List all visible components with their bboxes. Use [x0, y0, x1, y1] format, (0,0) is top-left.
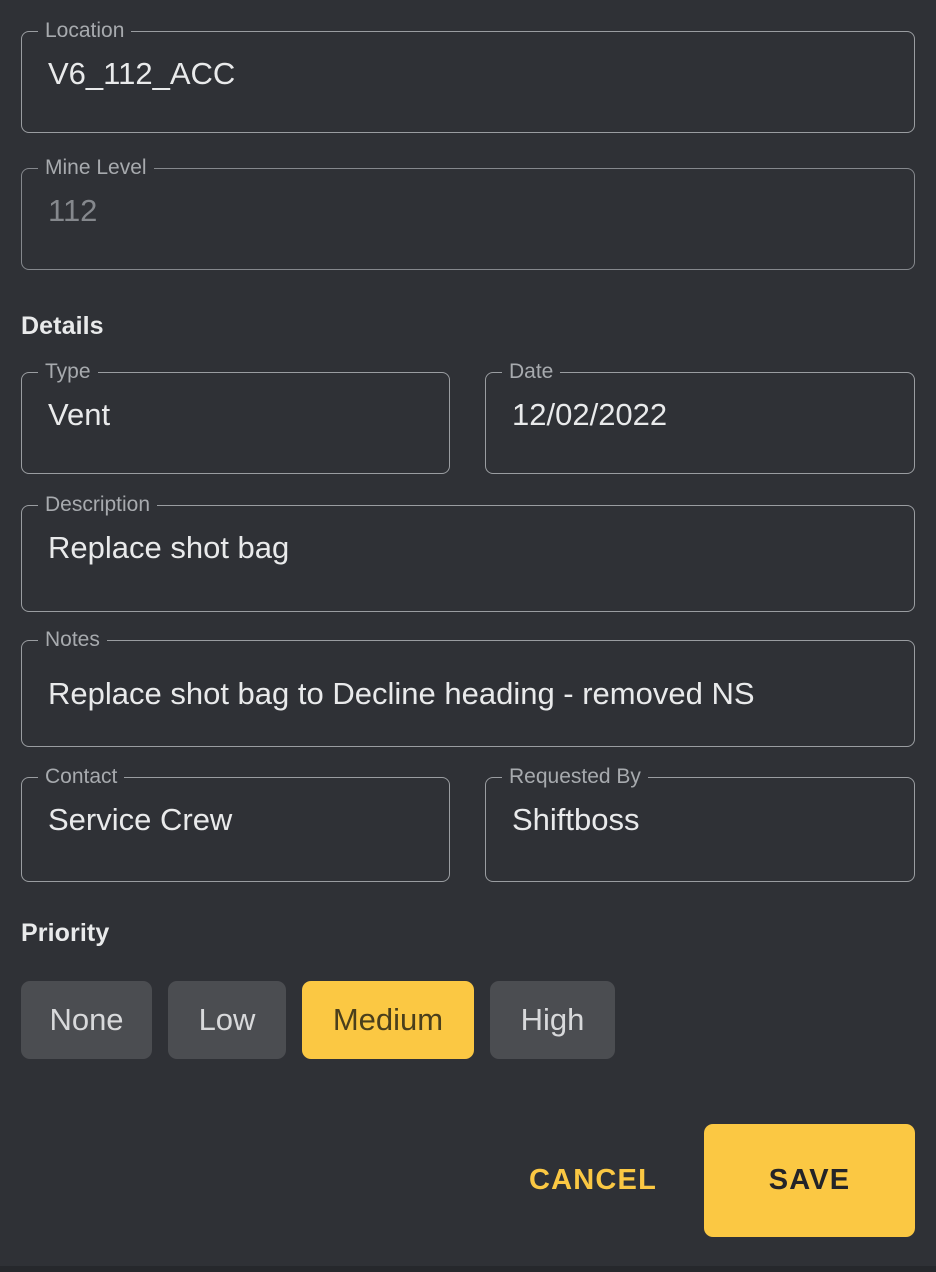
priority-chip-medium-label: Medium: [332, 1002, 444, 1037]
save-button[interactable]: SAVE: [704, 1124, 915, 1237]
field-description-value: Replace shot bag: [48, 530, 290, 565]
field-contact-label: Contact: [45, 765, 118, 788]
priority-chip-none-label: None: [49, 1002, 124, 1037]
field-notes[interactable]: Notes Replace shot bag to Decline headin…: [21, 628, 915, 747]
field-location[interactable]: Location V6_112_ACC: [21, 19, 915, 133]
field-location-value: V6_112_ACC: [48, 56, 236, 91]
priority-chip-low-label: Low: [198, 1002, 256, 1037]
field-type-value: Vent: [48, 397, 111, 432]
priority-chip-high-label: High: [520, 1002, 585, 1037]
section-title-details: Details: [21, 312, 104, 340]
field-description-label: Description: [45, 493, 151, 516]
field-notes-value: Replace shot bag to Decline heading - re…: [48, 675, 755, 711]
priority-chip-high[interactable]: High: [490, 981, 615, 1059]
priority-chip-none[interactable]: None: [21, 981, 152, 1059]
field-requested-by-value: Shiftboss: [512, 802, 640, 837]
field-description[interactable]: Description Replace shot bag: [21, 493, 915, 612]
field-requested-by-label: Requested By: [509, 765, 641, 788]
section-title-priority: Priority: [21, 919, 110, 947]
field-type[interactable]: Type Vent: [21, 360, 450, 474]
field-date[interactable]: Date 12/02/2022: [485, 360, 915, 474]
field-mine-level-label: Mine Level: [45, 156, 147, 179]
field-contact-value: Service Crew: [48, 802, 233, 837]
cancel-button[interactable]: CANCEL: [505, 1147, 681, 1213]
field-date-value: 12/02/2022: [512, 397, 668, 432]
field-mine-level[interactable]: Mine Level 112: [21, 156, 915, 270]
field-contact[interactable]: Contact Service Crew: [21, 765, 450, 882]
request-form-screen: Location V6_112_ACC Mine Level 112 Detai…: [0, 0, 936, 1272]
field-type-label: Type: [45, 360, 91, 383]
field-date-label: Date: [509, 360, 554, 383]
priority-chip-low[interactable]: Low: [168, 981, 286, 1059]
field-requested-by[interactable]: Requested By Shiftboss: [485, 765, 915, 882]
field-notes-label: Notes: [45, 628, 100, 651]
field-mine-level-value: 112: [48, 193, 98, 228]
field-location-label: Location: [45, 19, 125, 42]
bottom-edge-strip: [0, 1266, 936, 1272]
field-mine-level-outline: [21, 168, 915, 270]
priority-chip-medium[interactable]: Medium: [302, 981, 474, 1059]
